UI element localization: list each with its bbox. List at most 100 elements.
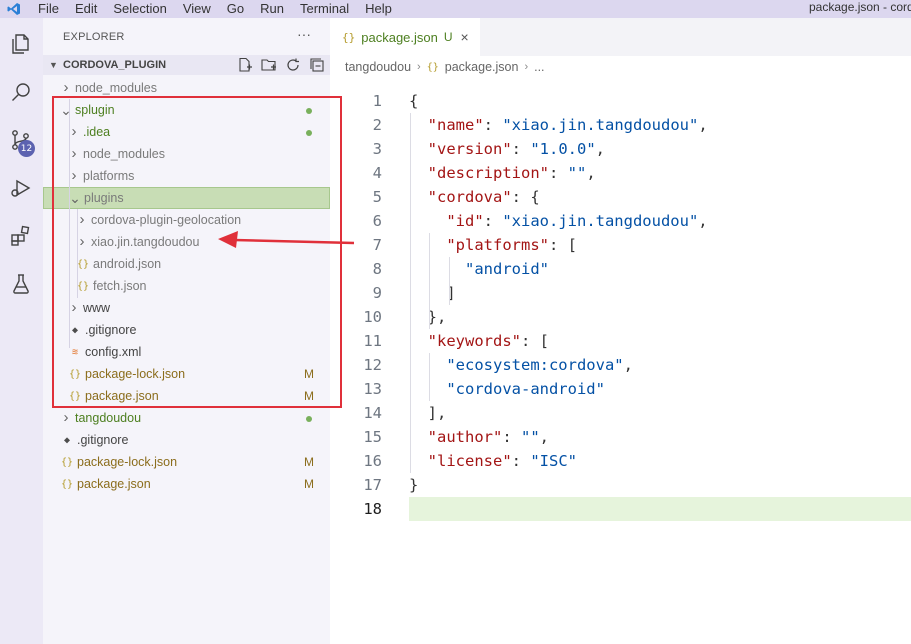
tree-item-config-xml[interactable]: ≋ config.xml: [43, 341, 330, 363]
code-line: 4 "description": "",: [330, 161, 911, 185]
code-text: "license": "ISC": [409, 449, 577, 473]
code-line: 15 "author": "",: [330, 425, 911, 449]
menu-selection[interactable]: Selection: [105, 0, 174, 18]
refresh-icon[interactable]: [281, 56, 305, 74]
explorer-icon[interactable]: [7, 30, 35, 58]
menu-go[interactable]: Go: [219, 0, 252, 18]
window-title: package.json - cordova_plugin: [809, 0, 911, 14]
tree-item-fetch-json[interactable]: {} fetch.json: [43, 275, 330, 297]
tree-item-splugin[interactable]: ⌄ splugin: [43, 99, 330, 121]
code-line: 10 },: [330, 305, 911, 329]
tree-item-label: splugin: [75, 103, 115, 117]
workspace-section-header[interactable]: ▼ CORDOVA_PLUGIN: [43, 55, 330, 75]
modified-dot-icon: [306, 416, 312, 422]
chevron-right-icon[interactable]: ›: [59, 77, 73, 99]
tree-item-node-modules[interactable]: › node_modules: [43, 143, 330, 165]
line-number: 3: [372, 140, 382, 158]
json-string: "ISC": [530, 452, 578, 470]
chevron-right-icon[interactable]: ›: [59, 407, 73, 429]
tree-item-gitignore[interactable]: ◆ .gitignore: [43, 319, 330, 341]
tree-item-label: package-lock.json: [85, 367, 186, 381]
tree-item-label: xiao.jin.tangdoudou: [91, 235, 200, 249]
tree-item-gitignore[interactable]: ◆ .gitignore: [43, 429, 330, 451]
git-status-badge: M: [304, 367, 314, 381]
tab-label: package.json: [361, 29, 438, 45]
indent-guide: [410, 113, 411, 473]
json-file-icon: {}: [60, 478, 74, 490]
code-line: 1{: [330, 89, 911, 113]
git-status-dot: [303, 411, 315, 425]
tree-item-idea[interactable]: › .idea: [43, 121, 330, 143]
close-icon[interactable]: ×: [461, 29, 469, 45]
breadcrumb-symbol[interactable]: ...: [534, 60, 544, 74]
menu-terminal[interactable]: Terminal: [292, 0, 357, 18]
testing-icon[interactable]: [7, 270, 35, 298]
json-file-icon: {}: [68, 368, 82, 380]
chevron-right-icon: ›: [417, 61, 421, 73]
tree-item-package-json[interactable]: {} package.json M: [43, 385, 330, 407]
more-actions-icon[interactable]: ···: [297, 26, 311, 42]
chevron-down-icon[interactable]: ⌄: [68, 187, 82, 209]
tree-item-label: platforms: [83, 169, 135, 183]
code-text: "id": "xiao.jin.tangdoudou",: [409, 209, 707, 233]
menu-file[interactable]: File: [28, 0, 67, 18]
tree-item-label: .gitignore: [77, 433, 129, 447]
json-punct: :: [483, 116, 503, 134]
vscode-logo-icon[interactable]: [0, 0, 28, 18]
line-number: 5: [372, 188, 382, 206]
menu-edit[interactable]: Edit: [67, 0, 105, 18]
chevron-right-icon: ›: [524, 61, 529, 73]
code-text: },: [409, 305, 447, 329]
collapse-all-icon[interactable]: [305, 56, 329, 74]
json-key: "author": [427, 428, 503, 446]
menu-run[interactable]: Run: [252, 0, 292, 18]
code-line: 16 "license": "ISC": [330, 449, 911, 473]
json-punct: ,: [698, 116, 708, 134]
tree-item-label: config.xml: [85, 345, 142, 359]
json-punct: [409, 428, 428, 446]
new-file-icon[interactable]: [233, 56, 257, 74]
json-punct: : {: [511, 188, 540, 206]
json-punct: :: [502, 428, 521, 446]
line-number: 14: [363, 404, 382, 422]
new-folder-icon[interactable]: [257, 56, 281, 74]
json-punct: [409, 116, 428, 134]
tree-item-label: plugins: [84, 191, 124, 205]
json-key: "description": [427, 164, 549, 182]
tree-item-package-json[interactable]: {} package.json M: [43, 473, 330, 495]
tree-item-platforms[interactable]: › platforms: [43, 165, 330, 187]
tree-item-package-lock-json[interactable]: {} package-lock.json M: [43, 451, 330, 473]
search-icon[interactable]: [7, 78, 35, 106]
code-editor[interactable]: 1{2 "name": "xiao.jin.tangdoudou", 3 "ver…: [330, 89, 911, 521]
tree-item-package-lock-json[interactable]: {} package-lock.json M: [43, 363, 330, 385]
breadcrumb-file[interactable]: package.json: [445, 60, 519, 74]
json-punct: :: [511, 452, 531, 470]
code-line: 18: [330, 497, 911, 521]
json-punct: [409, 164, 428, 182]
code-text: "author": "",: [409, 425, 549, 449]
json-punct: ],: [409, 404, 447, 422]
line-number: 10: [363, 308, 382, 326]
tree-item-www[interactable]: › www: [43, 297, 330, 319]
workspace-title: CORDOVA_PLUGIN: [63, 59, 167, 71]
code-line: 14 ],: [330, 401, 911, 425]
run-debug-icon[interactable]: [7, 174, 35, 202]
menu-help[interactable]: Help: [357, 0, 400, 18]
tree-item-tangdoudou[interactable]: › tangdoudou: [43, 407, 330, 429]
json-punct: [409, 236, 446, 254]
menu-view[interactable]: View: [175, 0, 219, 18]
json-string: "xiao.jin.tangdoudou": [502, 212, 699, 230]
tree-item-android-json[interactable]: {} android.json: [43, 253, 330, 275]
git-file-icon: ◆: [63, 434, 71, 446]
extensions-icon[interactable]: [7, 222, 35, 250]
tree-item-plugins[interactable]: ⌄ plugins: [43, 187, 330, 209]
json-key: "name": [427, 116, 484, 134]
code-line: 3 "version": "1.0.0",: [330, 137, 911, 161]
json-punct: [409, 188, 428, 206]
json-punct: ,: [586, 164, 596, 182]
tree-item-node-modules[interactable]: › node_modules: [43, 77, 330, 99]
breadcrumb-folder[interactable]: tangdoudou: [345, 60, 411, 74]
activity-bar: 12: [0, 18, 43, 644]
tab-package-json[interactable]: {} package.json U ×: [330, 18, 480, 56]
chevron-down-icon[interactable]: ⌄: [59, 99, 73, 121]
